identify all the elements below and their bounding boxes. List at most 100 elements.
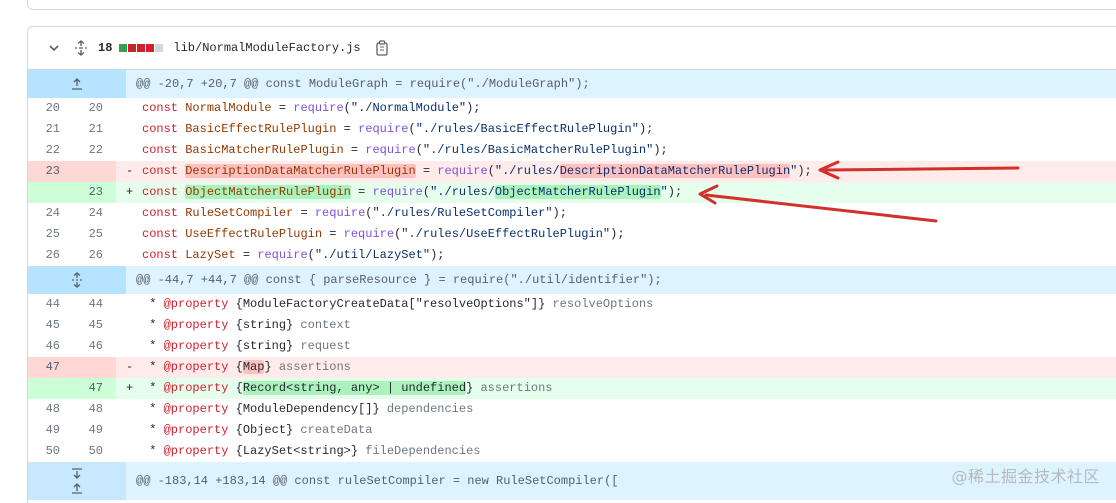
code-token: @property bbox=[163, 297, 229, 311]
code-line: const UseEffectRulePlugin = require("./r… bbox=[136, 224, 1116, 245]
code-line: * @property {Record<string, any> | undef… bbox=[136, 378, 1116, 399]
old-line-number[interactable]: 23 bbox=[28, 161, 72, 182]
line-sign bbox=[116, 336, 136, 357]
code-token: require bbox=[343, 227, 395, 241]
new-line-number[interactable]: 25 bbox=[72, 224, 116, 245]
new-line-number[interactable] bbox=[72, 357, 116, 378]
new-line-number[interactable]: 48 bbox=[72, 399, 116, 420]
added-line: 47 + * @property {Record<string, any> | … bbox=[28, 378, 1116, 399]
code-token: request bbox=[293, 339, 351, 353]
old-line-number[interactable]: 21 bbox=[28, 119, 72, 140]
code-token: @property bbox=[163, 360, 229, 374]
old-line-number[interactable]: 44 bbox=[28, 294, 72, 315]
line-sign bbox=[116, 294, 136, 315]
highlighted-deletion: Map bbox=[242, 360, 265, 374]
file-path[interactable]: lib/NormalModuleFactory.js bbox=[173, 41, 360, 55]
new-line-number[interactable]: 22 bbox=[72, 140, 116, 161]
old-line-number[interactable]: 24 bbox=[28, 203, 72, 224]
new-line-number[interactable]: 50 bbox=[72, 441, 116, 462]
code-token: * bbox=[142, 423, 164, 437]
code-token: ( bbox=[415, 143, 423, 157]
expand-up-button[interactable] bbox=[28, 70, 126, 98]
line-sign bbox=[116, 315, 136, 336]
new-line-number[interactable]: 26 bbox=[72, 245, 116, 266]
highlighted-addition: Record<string, any> | undefined bbox=[242, 381, 467, 395]
code-token: ); bbox=[552, 206, 567, 220]
code-token: @property bbox=[163, 381, 229, 395]
old-line-number[interactable]: 48 bbox=[28, 399, 72, 420]
line-sign bbox=[116, 420, 136, 441]
old-line-number[interactable]: 25 bbox=[28, 224, 72, 245]
code-token: ); bbox=[797, 164, 812, 178]
line-sign bbox=[116, 245, 136, 266]
unfold-icon bbox=[72, 272, 82, 288]
stat-block bbox=[155, 44, 164, 52]
watermark: @稀土掘金技术社区 bbox=[951, 467, 1100, 486]
code-token: * bbox=[142, 444, 164, 458]
code-token: LazySet bbox=[185, 248, 236, 262]
code-token: "./rules/ bbox=[430, 185, 495, 199]
code-line: * @property {LazySet<string>} fileDepend… bbox=[136, 441, 1116, 462]
new-line-number[interactable]: 24 bbox=[72, 203, 116, 224]
old-line-number[interactable]: 47 bbox=[28, 357, 72, 378]
code-token: NormalModule bbox=[185, 101, 272, 115]
old-line-number[interactable] bbox=[28, 378, 72, 399]
code-token: const bbox=[142, 248, 179, 262]
code-token: "./rules/BasicMatcherRulePlugin" bbox=[422, 143, 654, 157]
code-line: * @property {ModuleDependency[]} depende… bbox=[136, 399, 1116, 420]
new-line-number[interactable]: 44 bbox=[72, 294, 116, 315]
expand-down-icon[interactable] bbox=[71, 468, 83, 480]
new-line-number[interactable]: 47 bbox=[72, 378, 116, 399]
chevron-down-icon[interactable] bbox=[48, 42, 60, 54]
code-token: UseEffectRulePlugin bbox=[185, 227, 323, 241]
hunk-header-text: @@ -20,7 +20,7 @@ const ModuleGraph = re… bbox=[136, 77, 590, 91]
old-line-number[interactable]: 50 bbox=[28, 441, 72, 462]
code-token: { bbox=[235, 381, 243, 395]
new-line-number[interactable]: 21 bbox=[72, 119, 116, 140]
line-sign bbox=[116, 399, 136, 420]
code-token: require bbox=[358, 122, 409, 136]
added-line: 23 + const ObjectMatcherRulePlugin = req… bbox=[28, 182, 1116, 203]
new-line-number[interactable]: 45 bbox=[72, 315, 116, 336]
code-token: @property bbox=[163, 423, 229, 437]
old-line-number[interactable]: 49 bbox=[28, 420, 72, 441]
code-token: const bbox=[142, 101, 179, 115]
line-sign: - bbox=[126, 164, 134, 178]
code-token: "./rules/BasicEffectRulePlugin" bbox=[415, 122, 639, 136]
expand-both-button[interactable] bbox=[28, 266, 126, 294]
code-token: ); bbox=[430, 248, 445, 262]
stat-block bbox=[119, 44, 128, 52]
old-line-number[interactable]: 22 bbox=[28, 140, 72, 161]
code-token: require bbox=[372, 185, 423, 199]
old-line-number[interactable]: 20 bbox=[28, 98, 72, 119]
expand-up-icon[interactable] bbox=[71, 482, 83, 494]
diff-line: 26 26 const LazySet = require("./util/La… bbox=[28, 245, 1116, 266]
code-token: = bbox=[322, 227, 344, 241]
new-line-number[interactable]: 46 bbox=[72, 336, 116, 357]
hunk-header: @@ -44,7 +44,7 @@ const { parseResource … bbox=[28, 266, 1116, 294]
diff-line: 44 44 * @property {ModuleFactoryCreateDa… bbox=[28, 294, 1116, 315]
old-line-number[interactable]: 26 bbox=[28, 245, 72, 266]
new-line-number[interactable] bbox=[72, 161, 116, 182]
highlighted-deletion: DescriptionDataMatcherRulePlugin bbox=[559, 164, 791, 178]
code-token: * bbox=[142, 318, 164, 332]
code-line: * @property {string} context bbox=[136, 315, 1116, 336]
code-token: @property bbox=[163, 339, 229, 353]
new-line-number[interactable]: 20 bbox=[72, 98, 116, 119]
line-sign: + bbox=[126, 381, 134, 395]
highlighted-addition: ObjectMatcherRulePlugin bbox=[494, 185, 661, 199]
line-sign bbox=[116, 224, 136, 245]
old-line-number[interactable]: 45 bbox=[28, 315, 72, 336]
code-token: {string} bbox=[235, 318, 294, 332]
code-line: const DescriptionDataMatcherRulePlugin =… bbox=[136, 161, 1116, 182]
new-line-number[interactable]: 49 bbox=[72, 420, 116, 441]
unfold-icon[interactable] bbox=[74, 40, 88, 56]
code-line: const BasicMatcherRulePlugin = require("… bbox=[136, 140, 1116, 161]
code-line: * @property {string} request bbox=[136, 336, 1116, 357]
code-token: * bbox=[142, 360, 164, 374]
copy-icon[interactable] bbox=[375, 40, 389, 56]
new-line-number[interactable]: 23 bbox=[72, 182, 116, 203]
code-token: * bbox=[142, 339, 164, 353]
old-line-number[interactable] bbox=[28, 182, 72, 203]
old-line-number[interactable]: 46 bbox=[28, 336, 72, 357]
